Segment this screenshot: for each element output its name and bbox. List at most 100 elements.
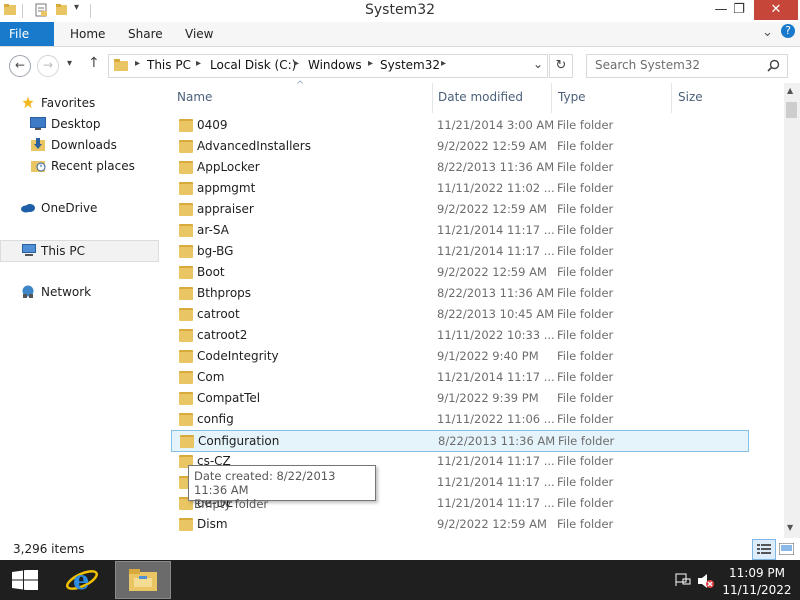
large-icons-view-button[interactable] bbox=[777, 540, 797, 558]
magnifier-icon[interactable] bbox=[767, 59, 780, 72]
file-row[interactable]: ar-SA 11/21/2014 11:17 ... File folder bbox=[171, 220, 747, 240]
breadcrumb-separator-icon: ▸ bbox=[196, 58, 202, 69]
scrollbar-thumb[interactable] bbox=[786, 102, 797, 118]
file-name[interactable]: CompatTel bbox=[197, 391, 260, 405]
file-name[interactable]: Bthprops bbox=[197, 286, 251, 300]
file-row[interactable]: Com 11/21/2014 11:17 ... File folder bbox=[171, 367, 747, 387]
tab-home[interactable]: Home bbox=[60, 22, 115, 46]
forward-button[interactable]: → bbox=[37, 55, 59, 77]
folder-tooltip: Date created: 8/22/2013 11:36 AM Empty f… bbox=[188, 465, 376, 511]
nav-this-pc[interactable]: This PC bbox=[0, 240, 159, 262]
folder-icon bbox=[179, 371, 193, 384]
file-name[interactable]: Dism bbox=[197, 517, 228, 531]
breadcrumb-this-pc[interactable]: This PC bbox=[147, 58, 191, 72]
back-button[interactable]: ← bbox=[9, 55, 31, 77]
action-center-flag-icon[interactable] bbox=[675, 573, 691, 587]
large-icons-view-icon bbox=[779, 543, 794, 555]
address-row: ← → ▾ ↑ ▸ This PC ▸ Local Disk (C:) ▸ Wi… bbox=[0, 47, 800, 83]
taskbar-date[interactable]: 11/11/2022 bbox=[722, 583, 792, 597]
file-date-modified: 11/21/2014 11:17 ... bbox=[437, 370, 555, 384]
file-name[interactable]: Com bbox=[197, 370, 224, 384]
breadcrumb-local-disk[interactable]: Local Disk (C:) bbox=[210, 58, 296, 72]
scroll-up-icon[interactable]: ▲ bbox=[787, 86, 793, 95]
column-header-type[interactable]: Type bbox=[558, 90, 586, 104]
file-date-modified: 9/2/2022 12:59 AM bbox=[437, 517, 547, 531]
file-row[interactable]: CodeIntegrity 9/1/2022 9:40 PM File folder bbox=[171, 346, 747, 366]
column-divider[interactable] bbox=[432, 83, 433, 113]
address-dropdown-icon[interactable]: ⌄ bbox=[533, 57, 543, 71]
file-name[interactable]: CodeIntegrity bbox=[197, 349, 279, 363]
nav-favorites[interactable]: Favorites bbox=[0, 93, 157, 113]
file-name[interactable]: config bbox=[197, 412, 234, 426]
file-row[interactable]: Boot 9/2/2022 12:59 AM File folder bbox=[171, 262, 747, 282]
speaker-muted-icon[interactable] bbox=[697, 573, 715, 589]
file-type: File folder bbox=[557, 391, 614, 405]
file-name[interactable]: 0409 bbox=[197, 118, 228, 132]
column-header-size[interactable]: Size bbox=[678, 90, 703, 104]
tab-view[interactable]: View bbox=[175, 22, 223, 46]
file-row[interactable]: config 11/11/2022 11:06 ... File folder bbox=[171, 409, 747, 429]
file-name[interactable]: Configuration bbox=[198, 434, 279, 448]
refresh-button[interactable]: ↻ bbox=[549, 54, 573, 78]
internet-explorer-taskbar-button[interactable]: e bbox=[58, 560, 108, 600]
file-name[interactable]: AdvancedInstallers bbox=[197, 139, 311, 153]
file-type: File folder bbox=[557, 286, 614, 300]
column-header-name[interactable]: Name bbox=[177, 90, 212, 104]
address-bar[interactable]: ▸ This PC ▸ Local Disk (C:) ▸ Windows ▸ … bbox=[108, 54, 548, 78]
breadcrumb-separator-icon: ▸ bbox=[441, 58, 447, 69]
file-date-modified: 11/11/2022 11:06 ... bbox=[437, 412, 555, 426]
file-name[interactable]: Boot bbox=[197, 265, 225, 279]
recent-locations-button[interactable]: ▾ bbox=[67, 58, 72, 69]
file-name[interactable]: catroot bbox=[197, 307, 240, 321]
folder-icon bbox=[179, 308, 193, 321]
file-row[interactable]: Dism 9/2/2022 12:59 AM File folder bbox=[171, 514, 747, 534]
details-view-button[interactable] bbox=[752, 539, 776, 560]
up-button[interactable]: ↑ bbox=[88, 55, 100, 71]
tab-file[interactable]: File bbox=[0, 22, 54, 46]
file-explorer-taskbar-button[interactable] bbox=[115, 561, 171, 599]
file-row[interactable]: AdvancedInstallers 9/2/2022 12:59 AM File … bbox=[171, 136, 747, 156]
file-row[interactable]: CompatTel 9/1/2022 9:39 PM File folder bbox=[171, 388, 747, 408]
file-type: File folder bbox=[557, 328, 614, 342]
file-name[interactable]: AppLocker bbox=[197, 160, 260, 174]
nav-downloads[interactable]: Downloads bbox=[0, 135, 157, 155]
close-button[interactable]: ✕ bbox=[754, 0, 798, 20]
file-row[interactable]: Configuration 8/22/2013 11:36 AM File fold… bbox=[171, 430, 749, 452]
search-box[interactable]: Search System32 bbox=[586, 54, 788, 78]
taskbar-time[interactable]: 11:09 PM bbox=[722, 566, 792, 580]
column-divider[interactable] bbox=[551, 83, 552, 113]
file-type: File folder bbox=[557, 412, 614, 426]
file-row[interactable]: appraiser 9/2/2022 12:59 AM File folder bbox=[171, 199, 747, 219]
search-placeholder[interactable]: Search System32 bbox=[595, 58, 700, 72]
file-row[interactable]: Bthprops 8/22/2013 11:36 AM File folder bbox=[171, 283, 747, 303]
expand-ribbon-icon[interactable]: ⌄ bbox=[762, 25, 773, 40]
file-row[interactable]: catroot 8/22/2013 10:45 AM File folder bbox=[171, 304, 747, 324]
nav-onedrive[interactable]: OneDrive bbox=[0, 198, 157, 218]
file-name[interactable]: bg-BG bbox=[197, 244, 233, 258]
nav-favorites-label: Favorites bbox=[41, 96, 96, 110]
column-header-date-modified[interactable]: Date modified bbox=[438, 90, 523, 104]
nav-recent-places[interactable]: Recent places bbox=[0, 156, 157, 176]
file-name[interactable]: catroot2 bbox=[197, 328, 247, 342]
file-row[interactable]: bg-BG 11/21/2014 11:17 ... File folder bbox=[171, 241, 747, 261]
file-type: File folder bbox=[557, 139, 614, 153]
breadcrumb-windows[interactable]: Windows bbox=[308, 58, 362, 72]
vertical-scrollbar[interactable]: ▲ ▼ bbox=[784, 83, 800, 538]
file-row[interactable]: AppLocker 8/22/2013 11:36 AM File folder bbox=[171, 157, 747, 177]
file-row[interactable]: 0409 11/21/2014 3:00 AM File folder bbox=[171, 115, 747, 135]
nav-network[interactable]: Network bbox=[0, 282, 157, 302]
tab-share[interactable]: Share bbox=[118, 22, 173, 46]
start-button[interactable] bbox=[0, 560, 50, 600]
title-bar[interactable]: ▾ System32 — ❐ ✕ bbox=[0, 0, 800, 22]
file-name[interactable]: ar-SA bbox=[197, 223, 229, 237]
file-name[interactable]: appraiser bbox=[197, 202, 254, 216]
help-icon[interactable]: ? bbox=[781, 24, 795, 38]
file-row[interactable]: appmgmt 11/11/2022 11:02 ... File folder bbox=[171, 178, 747, 198]
maximize-button[interactable]: ❐ bbox=[724, 0, 754, 20]
file-name[interactable]: appmgmt bbox=[197, 181, 255, 195]
column-divider[interactable] bbox=[671, 83, 672, 113]
breadcrumb-system32[interactable]: System32 bbox=[380, 58, 440, 72]
file-row[interactable]: catroot2 11/11/2022 10:33 ... File folder bbox=[171, 325, 747, 345]
scroll-down-icon[interactable]: ▼ bbox=[787, 523, 793, 532]
nav-desktop[interactable]: Desktop bbox=[0, 114, 157, 134]
